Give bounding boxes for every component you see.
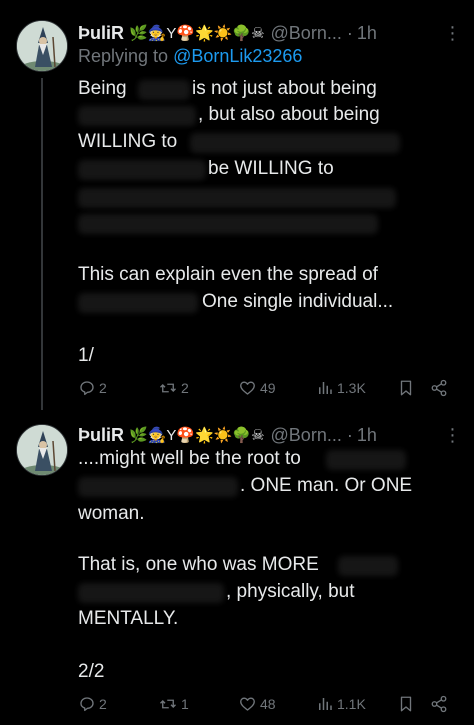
view-count: 1.1K: [337, 696, 366, 712]
name-emoji-strip: 🌿🧙Y🍄🌟☀️🌳☠: [129, 25, 265, 42]
reply-icon: [80, 381, 94, 396]
retweet-icon: [160, 699, 176, 709]
like-count: 48: [260, 696, 276, 712]
like-button[interactable]: 49: [238, 376, 276, 400]
reply-button[interactable]: 2: [78, 692, 107, 716]
bookmark-button[interactable]: [398, 692, 414, 716]
bookmark-button[interactable]: [398, 376, 414, 400]
thread-counter: 2/2: [78, 661, 105, 682]
reply-count: 2: [99, 380, 107, 396]
tweet-2[interactable]: ÞuliR 🌿🧙Y🍄🌟☀️🌳☠ @Born... · 1h ⋮ ....migh…: [0, 410, 474, 725]
like-count: 49: [260, 380, 276, 396]
thread-connector-line: [41, 78, 43, 410]
name-emoji-strip: 🌿🧙Y🍄🌟☀️🌳☠: [129, 427, 265, 444]
retweet-button[interactable]: 2: [158, 376, 189, 400]
display-name[interactable]: ÞuliR: [78, 23, 124, 44]
redacted-text: [78, 583, 224, 603]
tweet-header: ÞuliR 🌿🧙Y🍄🌟☀️🌳☠ @Born... · 1h ⋮: [78, 20, 462, 46]
reply-button[interactable]: 2: [78, 376, 107, 400]
more-icon[interactable]: ⋮: [442, 422, 462, 448]
thread-counter: 1/: [78, 345, 94, 366]
timestamp[interactable]: 1h: [357, 425, 377, 446]
separator-dot: ·: [346, 22, 353, 43]
wizard-avatar-icon: [17, 425, 67, 475]
tweet-text-line: is not just about being: [192, 78, 377, 99]
retweet-icon: [160, 383, 176, 393]
views-button[interactable]: 1.3K: [316, 376, 366, 400]
like-button[interactable]: 48: [238, 692, 276, 716]
redacted-text: [78, 188, 396, 208]
replying-handle-link[interactable]: @BornLik23266: [173, 46, 302, 66]
tweet-text-line: WILLING to: [78, 131, 178, 152]
tweet-text-line: ....might well be the root to: [78, 448, 301, 469]
views-button[interactable]: 1.1K: [316, 692, 366, 716]
like-icon: [240, 697, 255, 711]
redacted-text: [78, 293, 198, 313]
tweet-text-line: One single individual...: [202, 291, 394, 312]
tweet-text-line: be WILLING to: [208, 158, 334, 179]
retweet-count: 1: [181, 696, 189, 712]
reply-icon: [80, 697, 94, 712]
redacted-text: [78, 160, 206, 180]
tweet-header: ÞuliR 🌿🧙Y🍄🌟☀️🌳☠ @Born... · 1h ⋮: [78, 422, 462, 448]
redacted-text: [78, 106, 196, 126]
like-icon: [240, 381, 255, 395]
separator-dot: ·: [346, 424, 353, 445]
redacted-text: [78, 214, 378, 234]
retweet-button[interactable]: 1: [158, 692, 189, 716]
view-count: 1.3K: [337, 380, 366, 396]
tweet-actions: 2 1 48 1.1K: [78, 692, 462, 716]
redacted-text: [138, 80, 190, 100]
replying-prefix: Replying to: [78, 46, 169, 66]
redacted-text: [338, 556, 398, 576]
share-button[interactable]: [430, 376, 448, 400]
bookmark-icon: [400, 696, 412, 712]
tweet-text-line: . ONE man. Or ONE: [240, 475, 413, 496]
more-icon[interactable]: ⋮: [442, 20, 462, 46]
tweet-text-line: , physically, but: [226, 581, 355, 602]
tweet-text-line: Being: [78, 78, 127, 99]
tweet-text-line: woman.: [78, 503, 145, 524]
redacted-text: [190, 133, 400, 153]
share-button[interactable]: [430, 692, 448, 716]
redacted-text: [326, 450, 406, 470]
tweet-actions: 2 2 49 1.3K: [78, 376, 462, 400]
tweet-1[interactable]: ÞuliR 🌿🧙Y🍄🌟☀️🌳☠ @Born... · 1h ⋮ Replying…: [0, 0, 474, 410]
tweet-text-line: MENTALLY.: [78, 608, 179, 629]
views-icon: [319, 698, 332, 710]
views-icon: [319, 382, 332, 394]
tweet-text-line: , but also about being: [198, 104, 380, 125]
avatar[interactable]: [16, 424, 68, 476]
user-handle[interactable]: @Born...: [271, 23, 342, 44]
redacted-text: [78, 477, 238, 497]
bookmark-icon: [400, 380, 412, 396]
share-icon: [431, 695, 447, 713]
replying-to: Replying to @BornLik23266: [78, 46, 302, 67]
tweet-text-line: That is, one who was MORE: [78, 554, 319, 575]
user-handle[interactable]: @Born...: [271, 425, 342, 446]
wizard-avatar-icon: [17, 21, 67, 71]
share-icon: [431, 379, 447, 397]
display-name[interactable]: ÞuliR: [78, 425, 124, 446]
retweet-count: 2: [181, 380, 189, 396]
reply-count: 2: [99, 696, 107, 712]
tweet-text-line: This can explain even the spread of: [78, 264, 378, 285]
avatar[interactable]: [16, 20, 68, 72]
timestamp[interactable]: 1h: [357, 23, 377, 44]
